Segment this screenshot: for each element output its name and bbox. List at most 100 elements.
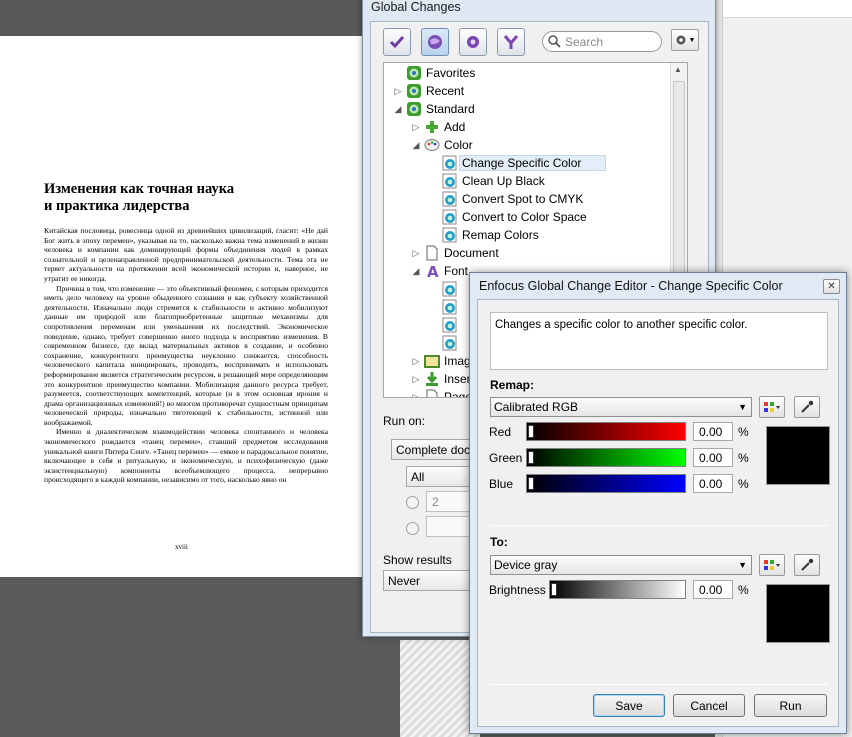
- save-button[interactable]: Save: [593, 694, 665, 717]
- tree-item-label: Document: [444, 246, 499, 260]
- color-swatches-icon: [764, 402, 780, 412]
- tree-item[interactable]: ▷ Inser: [410, 370, 471, 388]
- scroll-up-icon[interactable]: ▲: [674, 65, 682, 74]
- tree-item[interactable]: [428, 280, 462, 298]
- collapse-icon[interactable]: ◢: [410, 140, 422, 151]
- expand-icon[interactable]: ▷: [410, 248, 422, 259]
- filter-button[interactable]: [497, 28, 525, 56]
- tree-item[interactable]: ▷ Recent: [392, 82, 464, 100]
- action-icon: [442, 173, 458, 189]
- tree-item[interactable]: ▷ Page: [410, 388, 472, 398]
- tree-item[interactable]: Convert to Color Space: [428, 208, 587, 226]
- page-range-radio[interactable]: [406, 496, 419, 509]
- expand-icon[interactable]: ▷: [410, 392, 422, 398]
- slider-knob[interactable]: [551, 583, 557, 596]
- expand-icon[interactable]: ▷: [410, 122, 422, 133]
- expand-icon[interactable]: ▷: [410, 356, 422, 367]
- red-label: Red: [489, 425, 512, 439]
- tree-item[interactable]: Clean Up Black: [428, 172, 545, 190]
- custom-range-field[interactable]: [426, 516, 471, 537]
- eyedropper-icon: [801, 558, 814, 571]
- globe-icon: [406, 101, 422, 117]
- tree-item[interactable]: [428, 316, 462, 334]
- tree-item-label: Color: [444, 138, 473, 152]
- settings-button[interactable]: [459, 28, 487, 56]
- background-window-header: [715, 0, 852, 18]
- expand-icon[interactable]: ▷: [410, 374, 422, 385]
- hatched-area: [400, 640, 480, 737]
- tree-item[interactable]: ◢ Standard: [392, 100, 475, 118]
- to-label: To:: [490, 535, 508, 549]
- cancel-button[interactable]: Cancel: [673, 694, 745, 717]
- blue-unit: %: [738, 477, 749, 491]
- search-input[interactable]: Search: [542, 31, 662, 52]
- tree-item[interactable]: Convert Spot to CMYK: [428, 190, 583, 208]
- collapse-icon[interactable]: ◢: [410, 266, 422, 277]
- tree-item[interactable]: ◢ Color: [410, 136, 473, 154]
- blue-slider[interactable]: [526, 474, 686, 493]
- search-icon: [548, 35, 561, 48]
- collapse-icon[interactable]: ◢: [392, 104, 404, 115]
- action-icon: [442, 299, 458, 315]
- slider-knob[interactable]: [528, 451, 534, 464]
- action-icon: [442, 227, 458, 243]
- to-color-picker-button[interactable]: [759, 554, 785, 576]
- run-button[interactable]: Run: [754, 694, 827, 717]
- tree-item[interactable]: ▷ Document: [410, 244, 499, 262]
- paragraph: Причина в том, что изменение — это объек…: [44, 283, 328, 427]
- chevron-down-icon: ▼: [688, 36, 696, 44]
- tree-item[interactable]: Favorites: [392, 64, 475, 82]
- to-color-preview: [766, 584, 830, 643]
- remap-eyedropper-button[interactable]: [794, 396, 820, 418]
- action-icon: [442, 335, 458, 351]
- to-color-space-select[interactable]: Device gray ▼: [490, 555, 752, 575]
- globe-button[interactable]: [421, 28, 449, 56]
- options-menu-button[interactable]: ▼: [671, 29, 699, 51]
- chevron-down-icon: ▼: [738, 402, 747, 412]
- show-results-select[interactable]: Never: [383, 570, 473, 591]
- green-value: 0.00: [699, 450, 723, 465]
- image-icon: [424, 353, 440, 369]
- remap-color-picker-button[interactable]: [759, 396, 785, 418]
- blue-value-field[interactable]: 0.00: [693, 474, 733, 493]
- checkmark-icon: [389, 36, 405, 49]
- page-number-field[interactable]: 2: [426, 491, 471, 512]
- cancel-label: Cancel: [690, 698, 728, 713]
- heading-line-2: и практика лидерства: [44, 198, 190, 214]
- action-icon: [442, 155, 458, 171]
- green-slider[interactable]: [526, 448, 686, 467]
- show-results-value: Never: [388, 573, 421, 588]
- tree-item-label: Favorites: [426, 66, 476, 80]
- to-eyedropper-button[interactable]: [794, 554, 820, 576]
- tree-item-label: Remap Colors: [462, 228, 539, 242]
- document-heading: Изменения как точная наука и практика ли…: [44, 181, 294, 215]
- close-button[interactable]: ✕: [823, 279, 840, 294]
- remap-label: Remap:: [490, 378, 535, 392]
- expand-icon[interactable]: ▷: [392, 86, 404, 97]
- tree-item[interactable]: ▷ Imag: [410, 352, 471, 370]
- brightness-slider[interactable]: [549, 580, 686, 599]
- tree-item[interactable]: [428, 334, 462, 352]
- tree-item[interactable]: [428, 298, 462, 316]
- document-icon: [424, 389, 440, 397]
- red-slider[interactable]: [526, 422, 686, 441]
- checkmark-button[interactable]: [383, 28, 411, 56]
- tree-item[interactable]: ◢ A Font: [410, 262, 468, 280]
- remap-color-space-select[interactable]: Calibrated RGB ▼: [490, 397, 752, 417]
- action-icon: [442, 317, 458, 333]
- tree-item-label: Font: [444, 264, 469, 278]
- custom-range-radio[interactable]: [406, 522, 419, 535]
- green-value-field[interactable]: 0.00: [693, 448, 733, 467]
- tree-item-label: Convert to Color Space: [462, 210, 587, 224]
- brightness-value-field[interactable]: 0.00: [693, 580, 733, 599]
- red-value-field[interactable]: 0.00: [693, 422, 733, 441]
- tree-item[interactable]: Change Specific Color: [428, 154, 607, 172]
- paragraph: Именно в диалектическом взаимодействии ч…: [44, 427, 328, 485]
- tree-item[interactable]: ▷ Add: [410, 118, 466, 136]
- slider-knob[interactable]: [528, 425, 534, 438]
- slider-knob[interactable]: [528, 477, 534, 490]
- palette-icon: [424, 137, 440, 153]
- save-label: Save: [615, 698, 643, 713]
- red-value: 0.00: [699, 424, 723, 439]
- tree-item[interactable]: Remap Colors: [428, 226, 539, 244]
